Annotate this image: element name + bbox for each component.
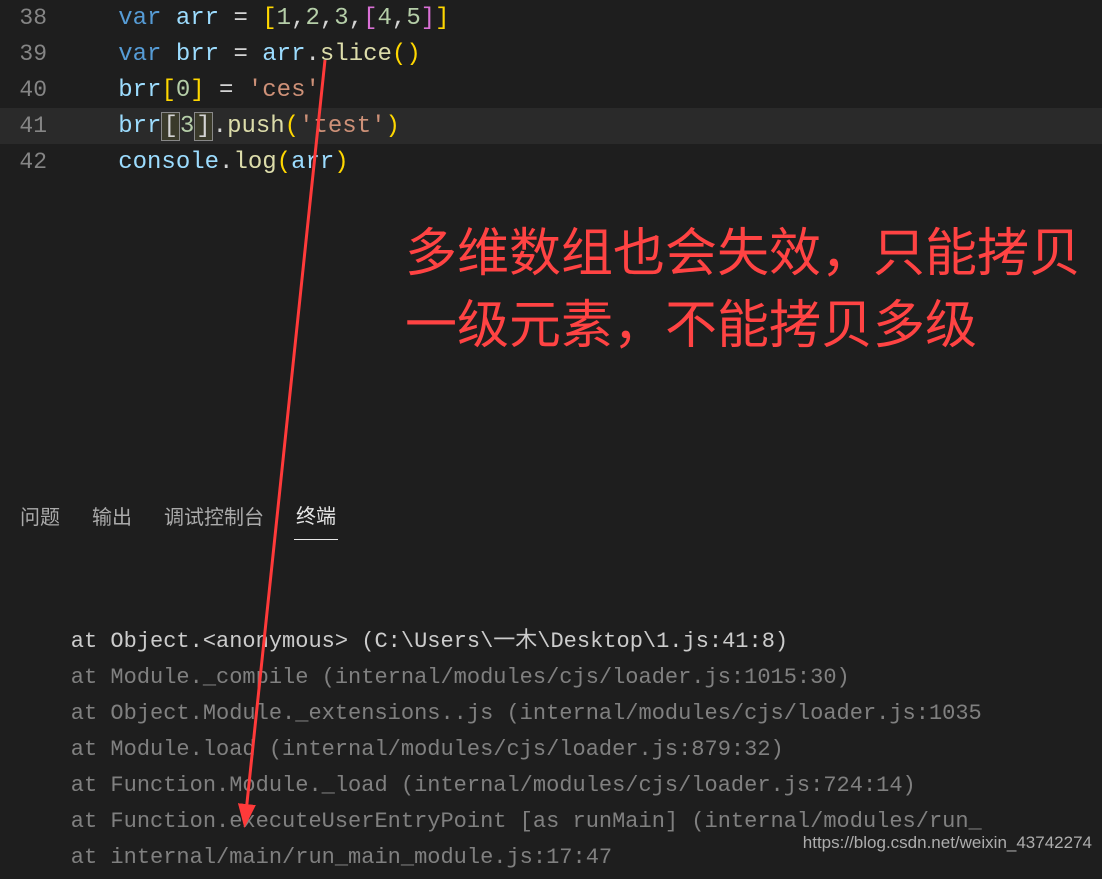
code-line[interactable]: 39 var brr = arr.slice() — [0, 36, 1102, 72]
tab-problems[interactable]: 问题 — [18, 495, 62, 540]
stack-trace-line: at Function.Module._load (internal/modul… — [18, 768, 1084, 804]
tab-debug-console[interactable]: 调试控制台 — [162, 495, 266, 540]
line-number: 38 — [0, 5, 75, 31]
code-line[interactable]: 40 brr[0] = 'ces' — [0, 72, 1102, 108]
stack-trace-line: at Object.Module._extensions..js (intern… — [18, 696, 1084, 732]
line-number: 39 — [0, 41, 75, 67]
stack-trace-line: at Object.<anonymous> (C:\Users\一木\Deskt… — [18, 624, 1084, 660]
code-content: var brr = arr.slice() — [75, 41, 1102, 68]
panel-tabs: 问题 输出 调试控制台 终端 — [0, 490, 1102, 540]
code-content: brr[0] = 'ces' — [75, 77, 1102, 104]
line-number: 42 — [0, 149, 75, 175]
stack-trace-line: at Module._compile (internal/modules/cjs… — [18, 660, 1084, 696]
code-line[interactable]: 41 brr[3].push('test') — [0, 108, 1102, 144]
code-line[interactable]: 38 var arr = [1,2,3,[4,5]] — [0, 0, 1102, 36]
watermark-text: https://blog.csdn.net/weixin_43742274 — [803, 833, 1092, 853]
tab-output[interactable]: 输出 — [90, 495, 134, 540]
code-content: console.log(arr) — [75, 149, 1102, 176]
code-content: brr[3].push('test') — [75, 113, 1102, 140]
terminal-panel[interactable]: at Object.<anonymous> (C:\Users\一木\Deskt… — [0, 540, 1102, 879]
line-number: 40 — [0, 77, 75, 103]
stack-trace-line: at Module.load (internal/modules/cjs/loa… — [18, 732, 1084, 768]
code-content: var arr = [1,2,3,[4,5]] — [75, 5, 1102, 32]
tab-terminal[interactable]: 终端 — [294, 494, 338, 540]
code-editor[interactable]: 38 var arr = [1,2,3,[4,5]]39 var brr = a… — [0, 0, 1102, 490]
line-number: 41 — [0, 113, 75, 139]
annotation-text: 多维数组也会失效，只能拷贝一级元素，不能拷贝多级 — [405, 218, 1097, 362]
code-line[interactable]: 42 console.log(arr) — [0, 144, 1102, 180]
